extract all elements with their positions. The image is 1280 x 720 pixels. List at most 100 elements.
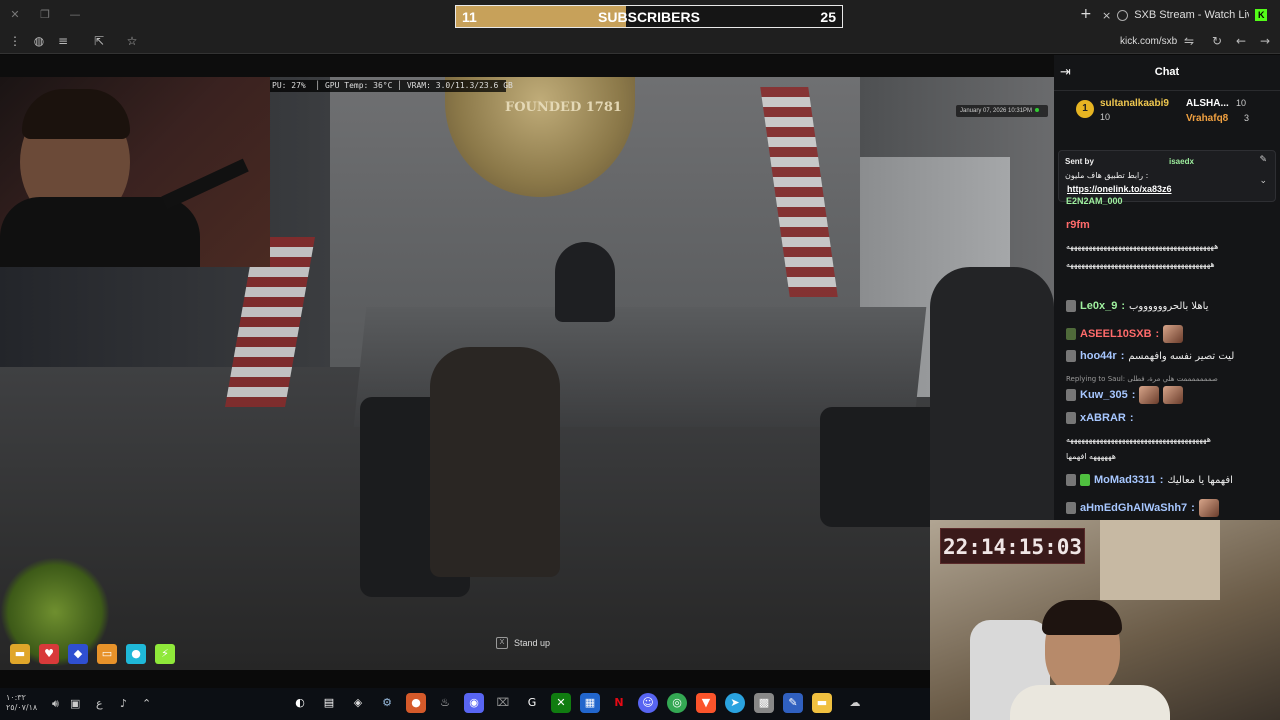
character-seated	[430, 347, 560, 577]
steam-icon[interactable]: ⚙	[377, 693, 397, 713]
new-tab-button[interactable]: +	[1080, 6, 1092, 22]
address-bar-url[interactable]: kick.com/sxb	[1120, 36, 1177, 47]
chat-message-text: ليت تصير نفسه وافهمسم	[1128, 350, 1235, 362]
prompt-label: Stand up	[514, 638, 551, 648]
chat-username[interactable]: r9fm	[1066, 219, 1090, 231]
sub-badge-icon	[1066, 412, 1076, 424]
sub-badge-icon	[1066, 328, 1076, 340]
tab-close-icon[interactable]: ×	[1102, 9, 1111, 22]
menu-dots-icon[interactable]: ⋮	[8, 34, 22, 48]
microphone	[161, 158, 249, 210]
app-icon[interactable]: ●	[406, 693, 426, 713]
sub-badge-icon	[1066, 502, 1076, 514]
shield-icon: ◆	[68, 644, 88, 664]
xbox-icon[interactable]: ✕	[551, 693, 571, 713]
pinned-link[interactable]: https://onelink.to/xa83z6	[1067, 184, 1172, 194]
show-hidden-icons[interactable]: ⌃	[142, 697, 151, 710]
chat-username[interactable]: ASEEL10SXB	[1080, 328, 1152, 340]
tab-favicon-icon	[1117, 9, 1129, 21]
close-window-icon[interactable]: ✕	[8, 8, 22, 22]
chat-message-text: افهمها يا معاليك	[1167, 474, 1233, 486]
chat-username[interactable]: aHmEdGhAlWaShh7	[1080, 502, 1187, 514]
unpin-icon[interactable]: ✎	[1259, 155, 1267, 165]
leader-name[interactable]: Vrahafq8	[1186, 113, 1228, 124]
site-settings-icon[interactable]: ⇋	[1182, 34, 1196, 48]
water-icon: ●	[126, 644, 146, 664]
chat-username[interactable]: Kuw_305	[1080, 389, 1128, 401]
taskbar-clock[interactable]: ١٠:٣٢ ٢٥/٠٧/١٨	[6, 693, 37, 713]
rank-badge: 1	[1076, 100, 1094, 118]
chat-message-text: ههههههه افهمها	[1066, 452, 1116, 461]
chat-username[interactable]: Le0x_9	[1080, 300, 1117, 312]
brave-icon[interactable]: ▼	[696, 693, 716, 713]
leader-name[interactable]: ALSHA...	[1186, 98, 1229, 109]
minimize-window-icon[interactable]: —	[68, 8, 82, 22]
pinned-sent-by: Sent by	[1065, 157, 1094, 166]
chat-message-text: ههههههههههههههههههههههههههههههههههههههه	[1066, 435, 1211, 444]
app-icon[interactable]: ✎	[783, 693, 803, 713]
datetime-text: January 07, 2026 10:31PM	[960, 108, 1033, 114]
app-icon[interactable]: ◉	[464, 693, 484, 713]
emote-icon	[1139, 386, 1160, 404]
stand-up-prompt: X Stand up	[496, 637, 550, 649]
forward-icon[interactable]: →	[1258, 34, 1272, 48]
telegram-icon[interactable]: ➤	[725, 693, 745, 713]
chat-title: Chat	[1154, 66, 1180, 78]
app-icon[interactable]: ◈	[348, 693, 368, 713]
netflix-icon[interactable]: N	[609, 693, 629, 713]
briefcase-icon: ▭	[97, 644, 117, 664]
chat-message: MoMad3311: افهمها يا معاليك	[1066, 474, 1233, 486]
chat-username[interactable]: MoMad3311	[1094, 474, 1156, 486]
emote-icon	[1163, 325, 1184, 343]
pinned-text: رابط تطبيق هاف مليون :	[1065, 171, 1149, 180]
playlist-icon[interactable]: ≡	[56, 34, 70, 48]
steam-client-icon[interactable]: ♨	[435, 693, 455, 713]
file-explorer-icon[interactable]: ▬	[812, 693, 832, 713]
sub-badge-icon	[1066, 350, 1076, 362]
browser-navbar	[0, 30, 1280, 54]
chat-username[interactable]: hoo44r	[1080, 350, 1117, 362]
obs-icon[interactable]: ◐	[290, 693, 310, 713]
browser-tab[interactable]: × SXB Stream - Watch Live on K	[1102, 5, 1280, 25]
folder-icon: ▬	[10, 644, 30, 664]
game-hud-icons: ▬ ♥ ◆ ▭ ● ⚡	[10, 644, 175, 664]
chat-username[interactable]: xABRAR	[1080, 412, 1126, 424]
sub-badge-icon	[1066, 300, 1076, 312]
extension-icon[interactable]: ◍	[32, 34, 46, 48]
back-icon[interactable]: ←	[1234, 34, 1248, 48]
app-icon[interactable]: ▤	[319, 693, 339, 713]
app-icon[interactable]: ▦	[580, 693, 600, 713]
chat-panel: ⇥ Chat 1 sultanalkaabi9 10 ALSHA... 10 V…	[1054, 55, 1280, 525]
datetime-overlay: January 07, 2026 10:31PM	[956, 105, 1048, 117]
leader-name[interactable]: sultanalkaabi9	[1100, 98, 1169, 109]
chat-header: ⇥ Chat	[1054, 55, 1280, 91]
heart-icon: ♥	[39, 644, 59, 664]
pinned-sender[interactable]: isaedx	[1169, 157, 1194, 166]
taskbar-apps: ◐ ▤ ◈ ⚙ ● ♨ ◉ ⌧ G ✕ ▦ N ☺ ◎ ▼ ➤ ▩ ✎ ▬ ☁	[290, 693, 869, 713]
subscriber-label: SUBSCRIBERS	[598, 9, 700, 25]
leader-count: 3	[1244, 113, 1250, 123]
clock-time: ١٠:٣٢	[6, 693, 26, 702]
chrome-icon[interactable]: ◎	[667, 693, 687, 713]
app-icon[interactable]: ▩	[754, 693, 774, 713]
chevron-down-icon[interactable]: ⌄	[1259, 176, 1267, 186]
chat-leaderboard: 1 sultanalkaabi9 10 ALSHA... 10 Vrahafq8…	[1054, 93, 1280, 133]
bookmark-star-icon[interactable]: ☆	[125, 34, 139, 48]
volume-icon[interactable]: 🔊︎	[52, 697, 59, 711]
energy-icon: ⚡	[155, 644, 175, 664]
network-icon[interactable]: ▣	[70, 697, 80, 710]
app-icon[interactable]: ⌧	[493, 693, 513, 713]
subscriber-goal-bar: 11 SUBSCRIBERS 25	[455, 5, 843, 28]
clock-date: ٢٥/٠٧/١٨	[6, 703, 38, 712]
discord-icon[interactable]: ☺	[638, 693, 658, 713]
language-indicator[interactable]: ع	[96, 697, 103, 710]
share-icon[interactable]: ⇱	[92, 34, 106, 48]
restore-window-icon[interactable]: ❐	[38, 8, 52, 22]
pinned-message[interactable]: Sent by isaedx ✎ رابط تطبيق هاف مليون : …	[1058, 150, 1276, 202]
reload-icon[interactable]: ↻	[1210, 34, 1224, 48]
sub-badge-icon	[1066, 474, 1076, 486]
emote-icon	[1198, 499, 1219, 517]
mic-icon[interactable]: ♪	[120, 697, 127, 710]
app-icon[interactable]: G	[522, 693, 542, 713]
weather-icon[interactable]: ☁	[841, 693, 869, 713]
